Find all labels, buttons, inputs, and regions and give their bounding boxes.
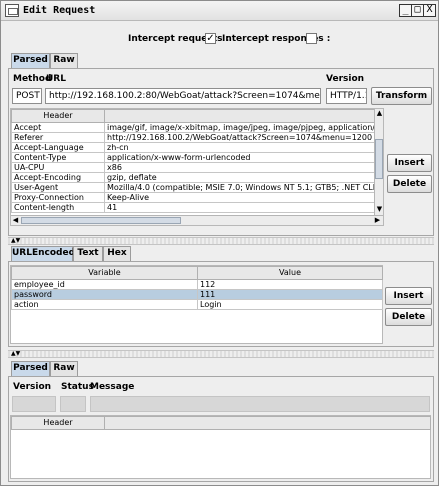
header-name[interactable]: Content-Type xyxy=(11,152,105,163)
insert-header-button[interactable]: Insert xyxy=(387,154,432,172)
response-headers-table-area: Header xyxy=(10,415,431,479)
header-column-title: Header xyxy=(11,109,105,123)
header-value[interactable]: http://192.168.100.2/WebGoat/attack?Scre… xyxy=(104,132,375,143)
header-name[interactable]: Accept-Encoding xyxy=(11,172,105,183)
param-variable[interactable]: action xyxy=(11,299,198,310)
header-value[interactable]: 41 xyxy=(104,202,375,213)
response-message-field xyxy=(90,396,430,412)
transform-button[interactable]: Transform xyxy=(371,87,432,105)
header-value[interactable]: application/x-www-form-urlencoded xyxy=(104,152,375,163)
response-status-label: Status xyxy=(61,382,94,392)
response-message-label: Message xyxy=(90,382,135,392)
table-row[interactable]: UA-CPU x86 xyxy=(11,162,375,173)
header-value[interactable]: Mozilla/4.0 (compatible; MSIE 7.0; Windo… xyxy=(104,182,375,193)
header-value[interactable]: Keep-Alive xyxy=(104,192,375,203)
title-bar: Edit Request _ □ X xyxy=(1,1,438,21)
header-value[interactable]: x86 xyxy=(104,162,375,173)
header-value[interactable]: zh-cn xyxy=(104,142,375,153)
param-value[interactable]: Login xyxy=(197,299,383,310)
tab-response-raw[interactable]: Raw xyxy=(50,361,78,376)
tab-request-raw[interactable]: Raw xyxy=(50,53,78,68)
version-field[interactable]: HTTP/1.1 xyxy=(326,88,367,104)
table-row[interactable]: User-Agent Mozilla/4.0 (compatible; MSIE … xyxy=(11,182,375,193)
params-table: Variable Value employee_id 112 password 11… xyxy=(11,266,383,310)
header-value[interactable]: gzip, deflate xyxy=(104,172,375,183)
param-variable[interactable]: employee_id xyxy=(11,279,198,290)
header-name[interactable]: Proxy-Connection xyxy=(11,192,105,203)
header-name[interactable]: Content-length xyxy=(11,202,105,213)
url-label: URL xyxy=(46,74,66,84)
delete-param-button[interactable]: Delete xyxy=(385,308,432,326)
header-value-column-title xyxy=(104,109,375,123)
response-headers-table: Header xyxy=(11,416,431,430)
table-row[interactable]: Accept image/gif, image/x-xbitmap, image/… xyxy=(11,122,375,133)
tab-urlencoded[interactable]: URLEncoded xyxy=(11,246,75,261)
headers-vertical-scrollbar[interactable]: ▲ ▼ xyxy=(374,109,383,215)
close-button[interactable]: X xyxy=(423,4,436,17)
url-field[interactable]: http://192.168.100.2:80/WebGoat/attack?S… xyxy=(45,88,321,104)
split-divider[interactable] xyxy=(8,237,434,245)
response-version-field xyxy=(12,396,56,412)
intercept-requests-checkbox[interactable]: ✓ xyxy=(205,33,216,44)
header-name[interactable]: User-Agent xyxy=(11,182,105,193)
window-app-icon xyxy=(5,4,19,17)
table-row[interactable]: action Login xyxy=(11,299,383,310)
table-row[interactable]: Content-length 41 xyxy=(11,202,375,213)
method-field[interactable]: POST xyxy=(12,88,42,104)
scroll-thumb[interactable] xyxy=(375,139,383,179)
param-variable[interactable]: password xyxy=(11,289,198,300)
split-collapse-arrows-icon[interactable]: ▲▼ xyxy=(11,351,20,357)
tab-request-parsed[interactable]: Parsed xyxy=(11,53,50,68)
response-header-value-column-title xyxy=(104,416,431,430)
table-row[interactable]: Proxy-Connection Keep-Alive xyxy=(11,192,375,203)
table-row[interactable]: Referer http://192.168.100.2/WebGoat/atta… xyxy=(11,132,375,143)
header-value[interactable]: image/gif, image/x-xbitmap, image/jpeg, … xyxy=(104,122,375,133)
split-collapse-arrows-icon[interactable]: ▲▼ xyxy=(11,238,20,244)
window-title: Edit Request xyxy=(23,5,96,16)
table-row[interactable]: Accept-Encoding gzip, deflate xyxy=(11,172,375,183)
header-name[interactable]: Referer xyxy=(11,132,105,143)
header-name[interactable]: UA-CPU xyxy=(11,162,105,173)
split-divider[interactable] xyxy=(8,350,434,358)
tab-response-parsed[interactable]: Parsed xyxy=(11,361,50,376)
response-header-column-title: Header xyxy=(11,416,105,430)
scroll-down-arrow-icon[interactable]: ▼ xyxy=(375,205,384,214)
params-table-area: Variable Value employee_id 112 password 11… xyxy=(10,265,383,344)
scroll-left-arrow-icon[interactable]: ◀ xyxy=(11,216,20,225)
param-value[interactable]: 111 xyxy=(197,289,383,300)
headers-table: Header Accept image/gif, image/x-xbitmap,… xyxy=(11,109,375,213)
scroll-thumb[interactable] xyxy=(21,217,181,224)
variable-column-title: Variable xyxy=(11,266,198,280)
intercept-responses-checkbox[interactable] xyxy=(306,33,317,44)
header-name[interactable]: Accept xyxy=(11,122,105,133)
delete-header-button[interactable]: Delete xyxy=(387,175,432,193)
insert-param-button[interactable]: Insert xyxy=(385,287,432,305)
param-value[interactable]: 112 xyxy=(197,279,383,290)
tab-hex[interactable]: Hex xyxy=(103,246,131,261)
header-name[interactable]: Accept-Language xyxy=(11,142,105,153)
table-row[interactable]: employee_id 112 xyxy=(11,279,383,290)
tab-text[interactable]: Text xyxy=(73,246,103,261)
scroll-up-arrow-icon[interactable]: ▲ xyxy=(375,109,384,118)
response-status-field xyxy=(60,396,86,412)
table-row[interactable]: Content-Type application/x-www-form-urlen… xyxy=(11,152,375,163)
version-label: Version xyxy=(326,74,365,84)
value-column-title: Value xyxy=(197,266,383,280)
headers-horizontal-scrollbar[interactable]: ◀ ▶ xyxy=(11,215,383,225)
response-version-label: Version xyxy=(13,382,52,392)
headers-table-area: Header Accept image/gif, image/x-xbitmap,… xyxy=(10,108,384,226)
table-row[interactable]: password 111 xyxy=(11,289,383,300)
scroll-right-arrow-icon[interactable]: ▶ xyxy=(373,216,382,225)
table-row[interactable]: Accept-Language zh-cn xyxy=(11,142,375,153)
edit-request-window: Edit Request _ □ X Intercept requests : … xyxy=(0,0,439,486)
